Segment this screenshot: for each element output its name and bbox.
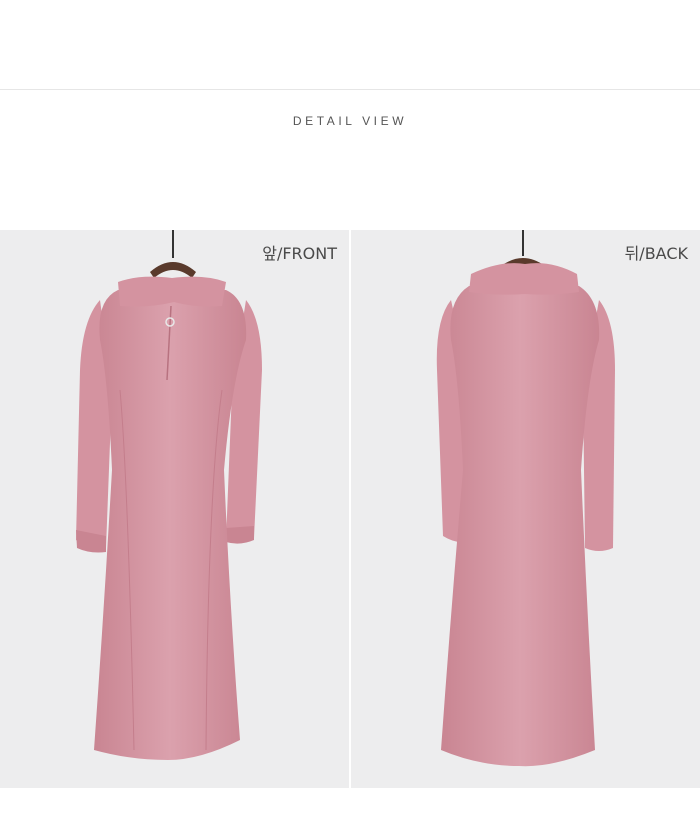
collar xyxy=(118,276,226,307)
hanger xyxy=(150,262,196,278)
right-cuff xyxy=(226,526,254,544)
front-label: 앞/FRONT xyxy=(262,244,337,263)
dress-body xyxy=(441,286,600,767)
back-label: 뒤/BACK xyxy=(624,244,688,263)
back-view-photo: 뒤/BACK xyxy=(351,230,700,788)
header-divider xyxy=(0,89,700,90)
dress-body xyxy=(94,290,247,760)
back-dress-illustration xyxy=(436,230,615,767)
front-view-photo: 앞/FRONT xyxy=(0,230,349,788)
detail-view-title: DETAIL VIEW xyxy=(292,114,408,128)
front-dress-illustration xyxy=(76,230,262,760)
collar xyxy=(469,263,579,295)
